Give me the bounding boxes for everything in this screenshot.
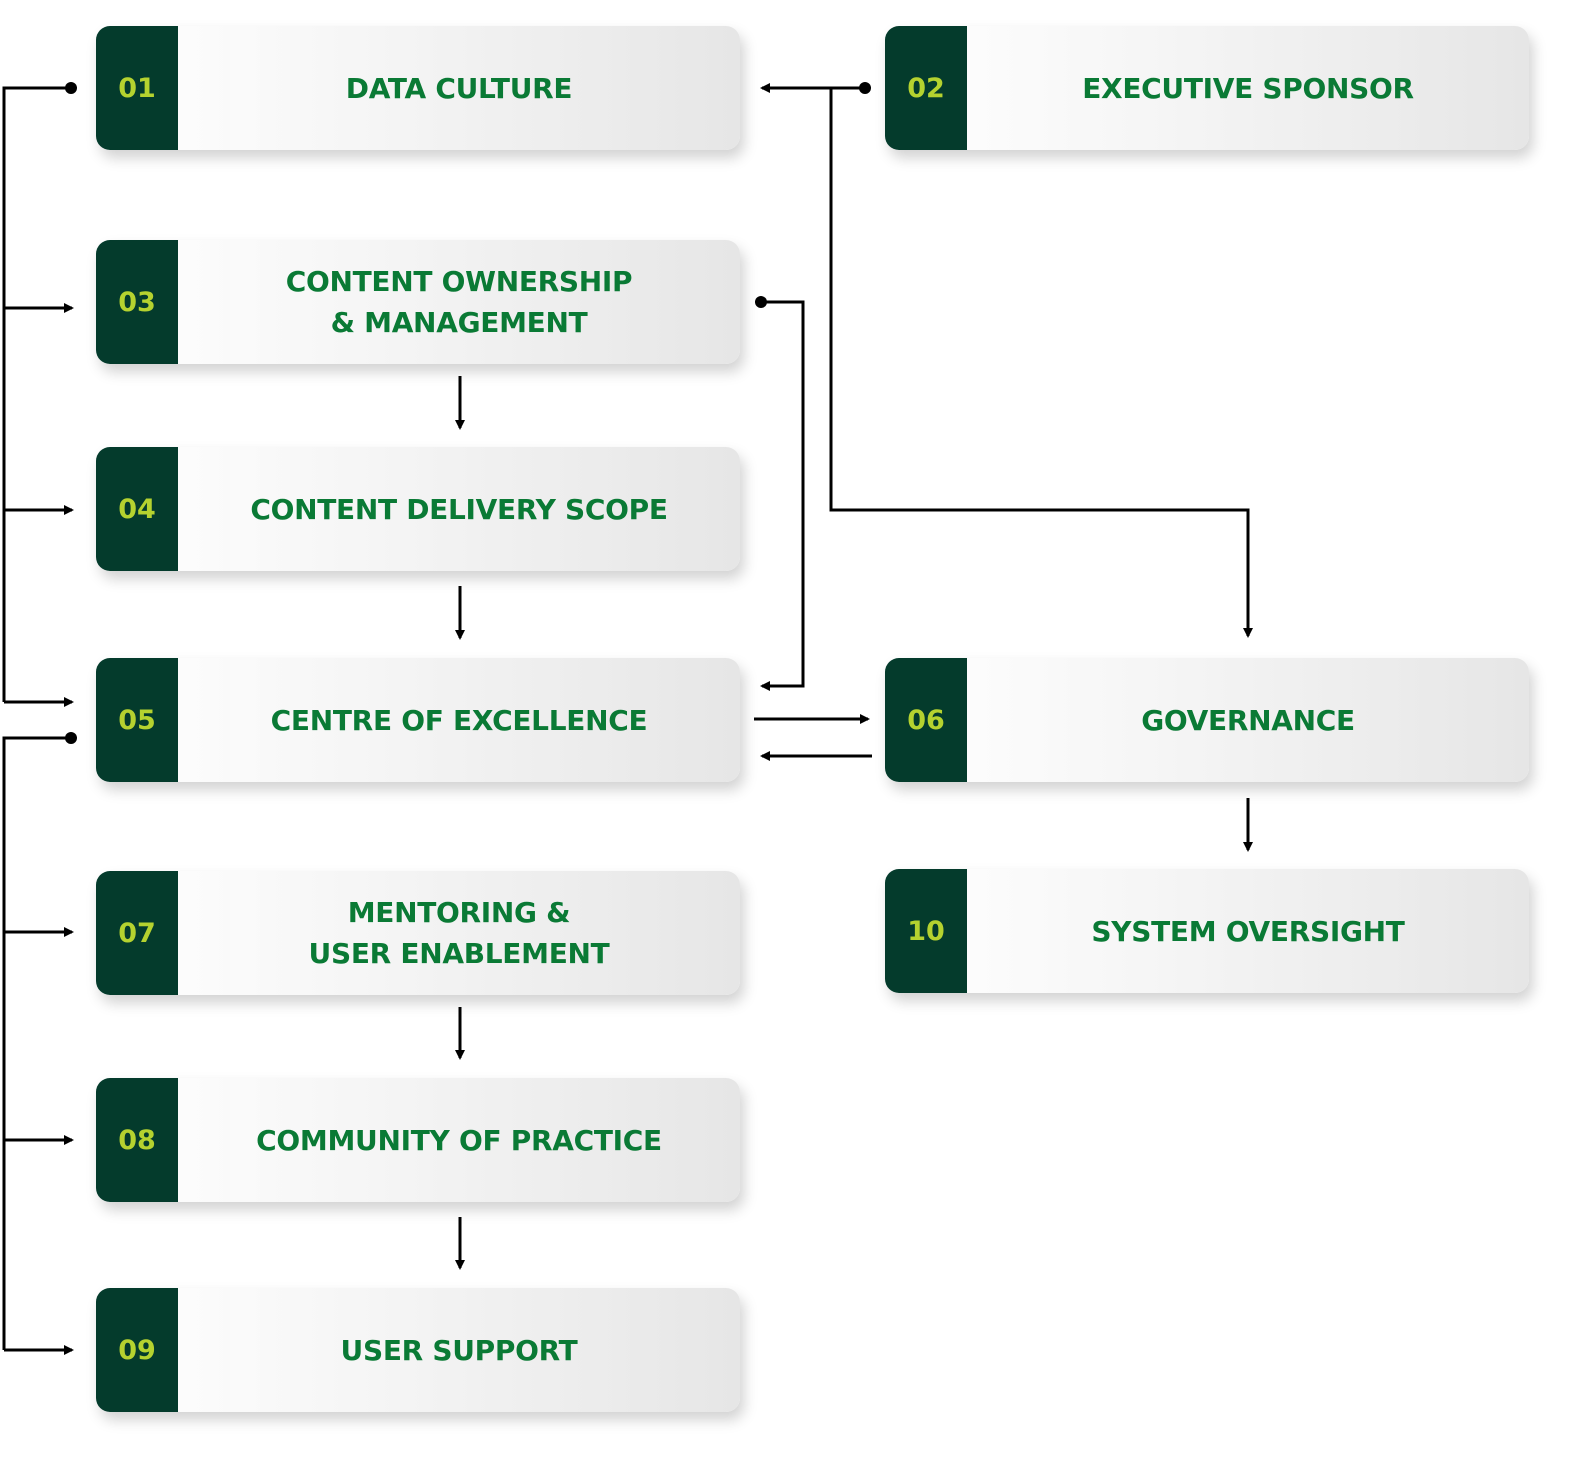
node-08: 08 COMMUNITY OF PRACTICE	[96, 1078, 740, 1202]
edge-03-05	[760, 300, 805, 691]
node-label: GOVERNANCE	[1141, 703, 1355, 737]
node-10: 10 SYSTEM OVERSIGHT	[885, 869, 1529, 993]
node-09: 09 USER SUPPORT	[96, 1288, 740, 1412]
node-number: 08	[96, 1078, 178, 1202]
edge-02-06	[829, 88, 1253, 638]
node-number: 10	[885, 869, 967, 993]
node-number: 07	[96, 871, 178, 995]
node-04: 04 CONTENT DELIVERY SCOPE	[96, 447, 740, 571]
node-07: 07 MENTORING & USER ENABLEMENT	[96, 871, 740, 995]
node-label: CONTENT DELIVERY SCOPE	[250, 492, 668, 526]
node-number: 09	[96, 1288, 178, 1412]
edge-01-bus	[2, 86, 70, 702]
node-06: 06 GOVERNANCE	[885, 658, 1529, 782]
node-number: 05	[96, 658, 178, 782]
node-05: 05 CENTRE OF EXCELLENCE	[96, 658, 740, 782]
node-label: CENTRE OF EXCELLENCE	[270, 703, 648, 737]
connector-dot-03	[755, 296, 767, 308]
connector-dot-05	[65, 732, 77, 744]
node-label: EXECUTIVE SPONSOR	[1082, 71, 1414, 105]
node-label: SYSTEM OVERSIGHT	[1091, 914, 1405, 948]
node-label: CONTENT OWNERSHIP & MANAGEMENT	[285, 265, 633, 339]
edge-05-bus	[2, 736, 70, 1350]
node-label: COMMUNITY OF PRACTICE	[256, 1123, 662, 1157]
node-number: 04	[96, 447, 178, 571]
node-label: MENTORING & USER ENABLEMENT	[308, 896, 610, 970]
node-02: 02 EXECUTIVE SPONSOR	[885, 26, 1529, 150]
node-number: 01	[96, 26, 178, 150]
node-01: 01 DATA CULTURE	[96, 26, 740, 150]
connector-dot-01	[65, 82, 77, 94]
node-number: 02	[885, 26, 967, 150]
node-label: USER SUPPORT	[340, 1333, 578, 1367]
connector-dot-02	[859, 82, 871, 94]
node-label: DATA CULTURE	[345, 71, 573, 105]
node-03: 03 CONTENT OWNERSHIP & MANAGEMENT	[96, 240, 740, 364]
node-number: 06	[885, 658, 967, 782]
node-number: 03	[96, 240, 178, 364]
